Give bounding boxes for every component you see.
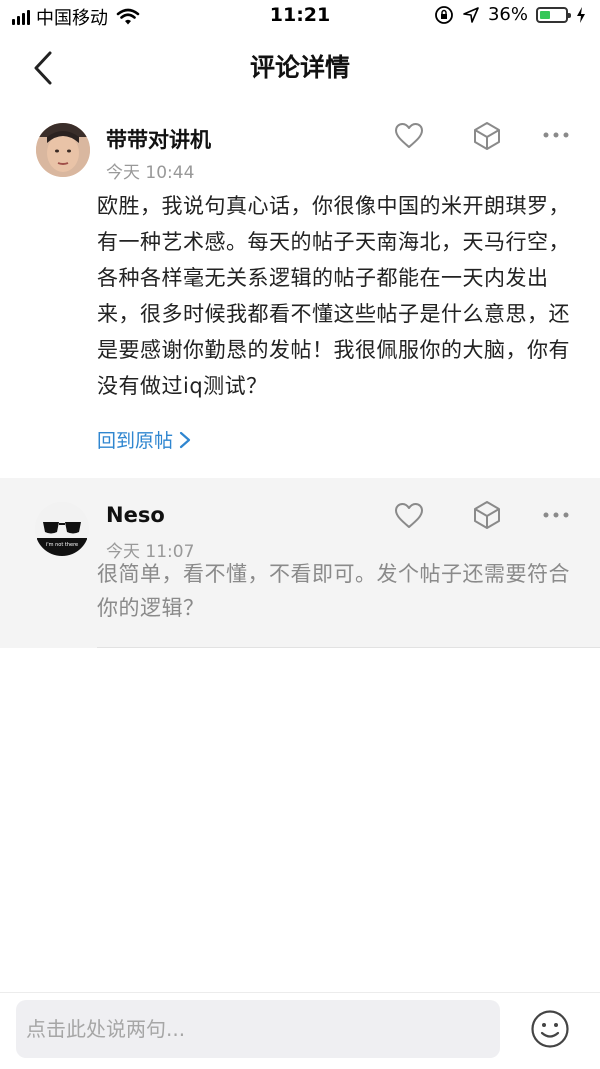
charging-icon [577,6,585,23]
reply-text: 很简单，看不懂，不看即可。发个帖子还需要符合你的逻辑？ [97,562,570,620]
back-to-post-link[interactable]: 回到原帖 [97,426,191,453]
comment-text: 欧胜，我说句真心话，你很像中国的米开朗琪罗，有一种艺术感。每天的帖子天南海北，天… [97,194,570,398]
cube-icon[interactable] [473,500,501,530]
heart-icon[interactable] [394,122,424,150]
back-to-post-label: 回到原帖 [97,430,174,452]
reply-author[interactable]: Neso [106,503,165,527]
heart-icon[interactable] [394,502,424,530]
comment-input[interactable]: 点击此处说两句... [16,1000,500,1058]
lock-rotation-icon [435,5,453,24]
avatar[interactable] [36,123,90,177]
status-bar: 中国移动 11:21 36% [0,0,600,34]
battery-icon [536,6,571,23]
comment-author[interactable]: 带带对讲机 [106,124,211,154]
avatar-caption: i'm not there [46,542,78,548]
more-icon[interactable] [542,511,570,519]
reply-avatar[interactable]: i'm not there [35,502,89,556]
more-icon[interactable] [542,131,570,139]
cube-icon[interactable] [473,121,501,151]
divider [97,647,600,648]
status-right: 36% [434,4,586,25]
comment-time: 今天 10:44 [106,163,195,183]
smiley-icon[interactable] [530,1009,570,1049]
chevron-right-icon [179,431,191,448]
page-title: 评论详情 [249,53,350,82]
location-arrow-icon [463,6,479,23]
battery-percent: 36% [487,4,528,25]
